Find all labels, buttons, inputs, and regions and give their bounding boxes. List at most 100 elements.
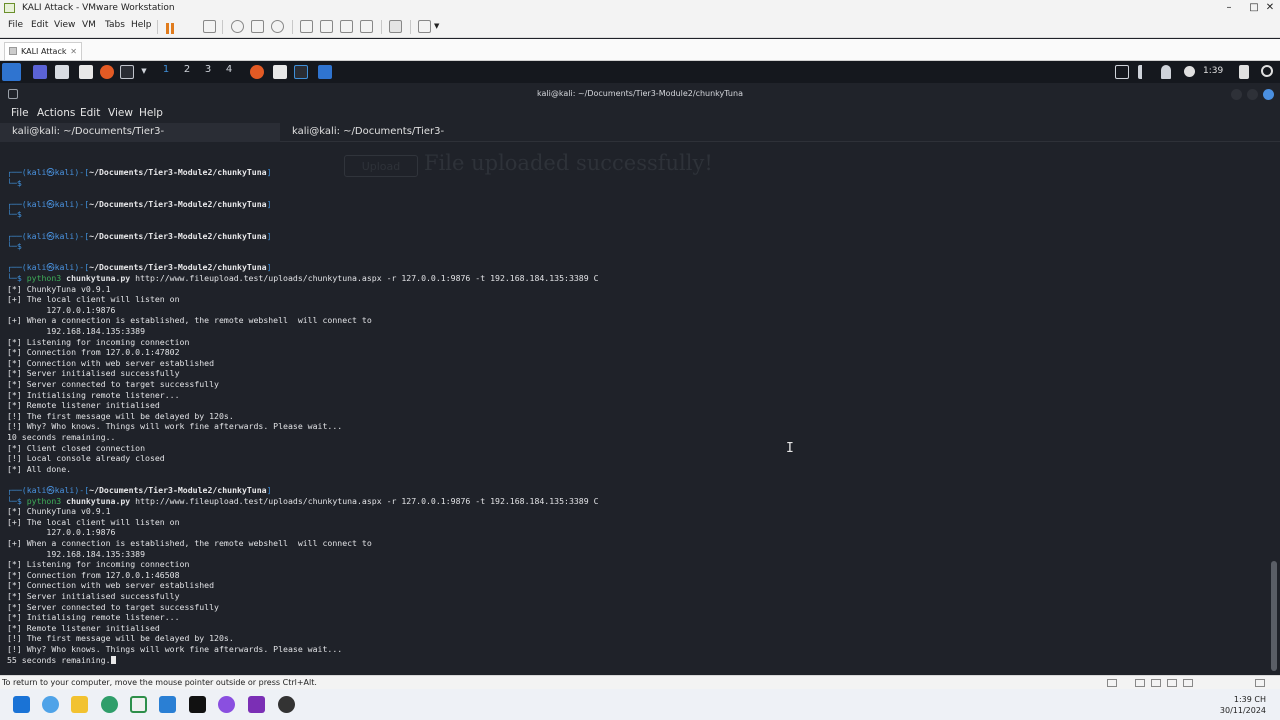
output-line: 192.168.184.135:3389 bbox=[7, 326, 146, 336]
menu-file[interactable]: File bbox=[8, 20, 23, 30]
menu-help[interactable]: Help bbox=[131, 20, 152, 30]
messenger-icon[interactable] bbox=[218, 696, 235, 713]
command-python: python3 bbox=[26, 495, 67, 506]
close-button[interactable]: ✕ bbox=[1260, 0, 1280, 16]
prompt-path: ~/Documents/Tier3-Module2/chunkyTuna bbox=[89, 198, 267, 209]
lock-icon[interactable] bbox=[1239, 65, 1249, 79]
prompt-frame: )-[ bbox=[74, 262, 90, 273]
hard-disk-icon[interactable] bbox=[1107, 679, 1117, 687]
pause-icon[interactable] bbox=[164, 20, 177, 34]
toolbar-divider bbox=[157, 20, 158, 34]
output-line: [*] Remote listener initialised bbox=[7, 400, 160, 411]
kali-menu-icon[interactable] bbox=[2, 63, 21, 81]
file-manager-icon[interactable] bbox=[55, 65, 69, 79]
terminal-menu-view[interactable]: View bbox=[108, 107, 133, 119]
close-window-button[interactable] bbox=[1263, 89, 1274, 100]
workspace-4[interactable]: 4 bbox=[222, 64, 236, 75]
terminal-menu-actions[interactable]: Actions bbox=[37, 107, 75, 119]
menu-tabs[interactable]: Tabs bbox=[105, 20, 125, 30]
output-line: 127.0.0.1:9876 bbox=[7, 304, 116, 315]
workspace-1[interactable]: 1 bbox=[159, 64, 173, 75]
terminal-window-icon[interactable] bbox=[294, 65, 308, 79]
vmware-menu-bar: File Edit View VM Tabs Help ▼ bbox=[0, 16, 1280, 38]
stretch-guest-icon[interactable] bbox=[418, 20, 431, 33]
terminal-icon[interactable] bbox=[120, 65, 134, 79]
library-icon[interactable] bbox=[300, 20, 313, 33]
vscode-icon[interactable] bbox=[159, 696, 176, 713]
output-line: [*] Server connected to target successfu… bbox=[7, 379, 219, 389]
prompt-user: kali㉿kali bbox=[26, 230, 75, 241]
thumbnail-icon[interactable] bbox=[320, 20, 333, 33]
output-line: [!] Why? Who knows. Things will work fin… bbox=[7, 644, 343, 654]
app-window-icon[interactable] bbox=[318, 65, 332, 79]
text-editor-icon[interactable] bbox=[79, 65, 93, 79]
vmware-taskbar-icon[interactable] bbox=[130, 696, 147, 713]
app-icon[interactable] bbox=[278, 696, 295, 713]
terminal-output[interactable]: Upload File uploaded successfully! ┌──(k… bbox=[0, 143, 1268, 673]
file-explorer-icon[interactable] bbox=[71, 696, 88, 713]
notification-bell-icon[interactable] bbox=[1161, 65, 1171, 79]
menu-vm[interactable]: VM bbox=[82, 20, 96, 30]
taskbar-clock[interactable]: 1:39 CH 30/11/2024 bbox=[1220, 694, 1266, 716]
firefox-window-icon[interactable] bbox=[250, 65, 264, 79]
terminal-menu-help[interactable]: Help bbox=[139, 107, 163, 119]
onenote-icon[interactable] bbox=[248, 696, 265, 713]
command-args: http://www.fileupload.test/uploads/chunk… bbox=[135, 273, 599, 283]
prompt-frame: )-[ bbox=[74, 167, 90, 177]
windows-start-icon[interactable] bbox=[13, 696, 30, 713]
panel-clock[interactable]: 1:39 bbox=[1203, 66, 1223, 76]
minimize-window-button[interactable] bbox=[1231, 89, 1242, 100]
console-view-icon[interactable] bbox=[389, 20, 402, 33]
prompt-frame: ┌──( bbox=[7, 167, 27, 177]
terminal-tab-chunkytuna[interactable]: kali@kali: ~/Documents/Tier3-Module2/chu… bbox=[0, 123, 280, 155]
usb-icon[interactable] bbox=[1151, 679, 1161, 687]
fullscreen-icon[interactable] bbox=[340, 20, 353, 33]
maximize-window-button[interactable] bbox=[1247, 89, 1258, 100]
snapshot-icon[interactable] bbox=[231, 20, 244, 33]
revert-snapshot-icon[interactable] bbox=[251, 20, 264, 33]
output-line: [+] When a connection is established, th… bbox=[7, 315, 372, 326]
menu-view[interactable]: View bbox=[54, 20, 75, 30]
workspace-3[interactable]: 3 bbox=[201, 64, 215, 75]
terminal-tab-chisel[interactable]: kali@kali: ~/Documents/Tier3-Module2/chi… bbox=[280, 123, 520, 155]
snapshot-manager-icon[interactable] bbox=[271, 20, 284, 33]
show-desktop-icon[interactable] bbox=[33, 65, 47, 79]
power-status-icon[interactable] bbox=[1184, 66, 1195, 77]
output-line: [!] The first message will be delayed by… bbox=[7, 633, 234, 644]
vm-icon bbox=[9, 47, 17, 55]
prompt-input-line: └─$ bbox=[7, 178, 27, 189]
command-python: python3 bbox=[26, 273, 67, 283]
output-line: 10 seconds remaining.. bbox=[7, 432, 116, 442]
send-ctrl-alt-del-icon[interactable] bbox=[203, 20, 216, 33]
power-icon[interactable] bbox=[1261, 65, 1273, 77]
unity-icon[interactable] bbox=[360, 20, 373, 33]
chevron-down-icon[interactable]: ▼ bbox=[434, 22, 439, 30]
message-log-icon[interactable] bbox=[1255, 679, 1265, 687]
workspace-2[interactable]: 2 bbox=[180, 64, 194, 75]
vm-tab-kali-attack[interactable]: KALI Attack ✕ bbox=[4, 42, 82, 60]
minimize-button[interactable]: – bbox=[1219, 0, 1239, 16]
prompt-path: ~/Documents/Tier3-Module2/chunkyTuna bbox=[89, 167, 267, 177]
terminal-menu-file[interactable]: File bbox=[11, 107, 29, 119]
chevron-down-icon[interactable]: ▼ bbox=[137, 67, 151, 75]
terminal-app-icon[interactable] bbox=[189, 696, 206, 713]
ghost-upload-button: Upload bbox=[344, 155, 418, 177]
firefox-icon[interactable] bbox=[100, 65, 114, 79]
display-icon[interactable] bbox=[1115, 65, 1129, 79]
edge-icon[interactable] bbox=[101, 696, 118, 713]
network-icon[interactable] bbox=[1135, 679, 1145, 687]
output-line: [+] The local client will listen on bbox=[7, 294, 180, 305]
close-icon[interactable]: ✕ bbox=[70, 43, 77, 60]
toolbar-divider bbox=[292, 20, 293, 34]
sound-device-icon[interactable] bbox=[1167, 679, 1177, 687]
menu-edit[interactable]: Edit bbox=[31, 20, 48, 30]
volume-icon[interactable] bbox=[1138, 65, 1152, 79]
vmware-status-bar: To return to your computer, move the mou… bbox=[0, 675, 1280, 689]
printer-icon[interactable] bbox=[1183, 679, 1193, 687]
copilot-icon[interactable] bbox=[42, 696, 59, 713]
editor-window-icon[interactable] bbox=[273, 65, 287, 79]
terminal-scrollbar[interactable] bbox=[1268, 143, 1280, 673]
terminal-menu-edit[interactable]: Edit bbox=[80, 107, 100, 119]
output-line: [*] Server connected to target successfu… bbox=[7, 601, 219, 612]
scrollbar-thumb[interactable] bbox=[1271, 561, 1277, 671]
